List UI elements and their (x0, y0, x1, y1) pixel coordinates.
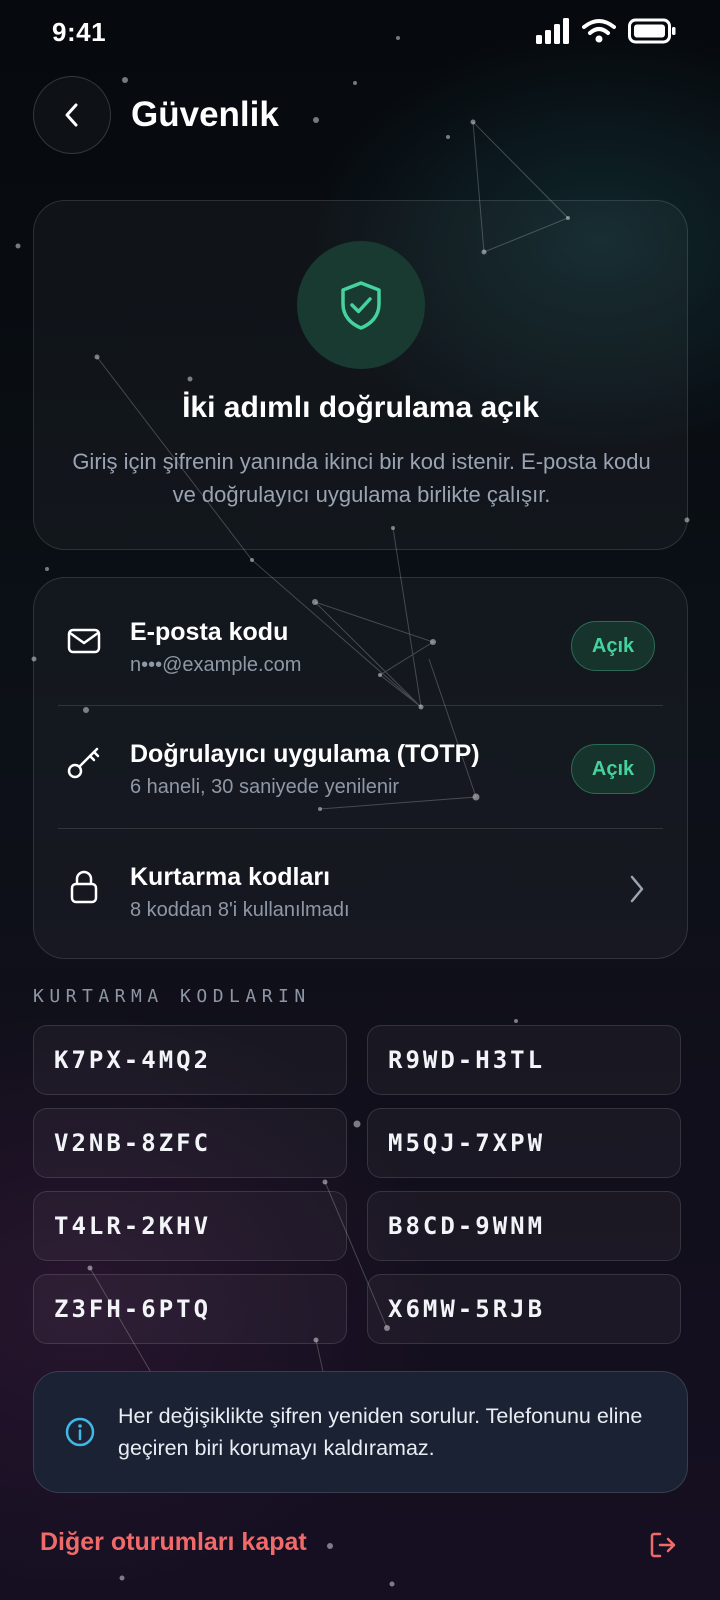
chevron-right-icon (630, 875, 644, 903)
method-title: Kurtarma kodları (130, 863, 331, 891)
back-button[interactable] (33, 76, 111, 154)
page-title: Güvenlik (131, 95, 279, 134)
key-icon (64, 742, 104, 782)
recovery-codes-label: KURTARMA KODLARIN (33, 986, 311, 1007)
method-row-email[interactable]: E-posta kodu n•••@example.com Açık (34, 578, 687, 699)
info-icon (65, 1417, 95, 1447)
logout-icon[interactable] (648, 1530, 678, 1560)
signout-other-sessions-button[interactable]: Diğer oturumları kapat (40, 1528, 307, 1557)
info-note-text: Her değişiklikte şifren yeniden sorulur.… (118, 1404, 643, 1460)
shield-check-icon (341, 281, 381, 330)
status-bar: 9:41 (0, 0, 720, 64)
recovery-code[interactable]: B8CD-9WNM (367, 1191, 681, 1261)
recovery-code[interactable]: V2NB-8ZFC (33, 1108, 347, 1178)
battery-icon (628, 18, 676, 44)
mail-icon (64, 621, 104, 661)
status-time: 9:41 (52, 17, 107, 47)
lock-icon (64, 867, 104, 907)
status-badge[interactable]: Açık (571, 744, 655, 794)
recovery-code[interactable]: X6MW-5RJB (367, 1274, 681, 1344)
wifi-icon (582, 19, 616, 43)
two-factor-status-card: İki adımlı doğrulama açık Giriş için şif… (33, 200, 688, 550)
methods-card: E-posta kodu n•••@example.com Açık Doğru… (33, 577, 688, 959)
recovery-code[interactable]: K7PX-4MQ2 (33, 1025, 347, 1095)
method-row-totp[interactable]: Doğrulayıcı uygulama (TOTP) 6 haneli, 30… (34, 706, 687, 827)
recovery-code[interactable]: M5QJ-7XPW (367, 1108, 681, 1178)
status-icons (536, 18, 676, 44)
recovery-code[interactable]: R9WD-H3TL (367, 1025, 681, 1095)
method-subtitle: n•••@example.com (130, 654, 302, 676)
method-title: Doğrulayıcı uygulama (TOTP) (130, 740, 480, 768)
method-subtitle: 8 koddan 8'i kullanılmadı (130, 899, 350, 921)
method-row-recovery-codes[interactable]: Kurtarma kodları 8 koddan 8'i kullanılma… (34, 829, 687, 950)
shield-badge (297, 241, 425, 369)
method-title: E-posta kodu (130, 618, 289, 646)
cellular-signal-icon (536, 18, 569, 44)
two-factor-description: Giriş için şifrenin yanında ikinci bir k… (72, 449, 651, 507)
info-note: Her değişiklikte şifren yeniden sorulur.… (33, 1371, 688, 1493)
recovery-code[interactable]: T4LR-2KHV (33, 1191, 347, 1261)
chevron-left-icon (65, 103, 78, 127)
recovery-code[interactable]: Z3FH-6PTQ (33, 1274, 347, 1344)
method-subtitle: 6 haneli, 30 saniyede yenilenir (130, 776, 400, 798)
status-badge[interactable]: Açık (571, 621, 655, 671)
two-factor-title: İki adımlı doğrulama açık (182, 391, 539, 424)
